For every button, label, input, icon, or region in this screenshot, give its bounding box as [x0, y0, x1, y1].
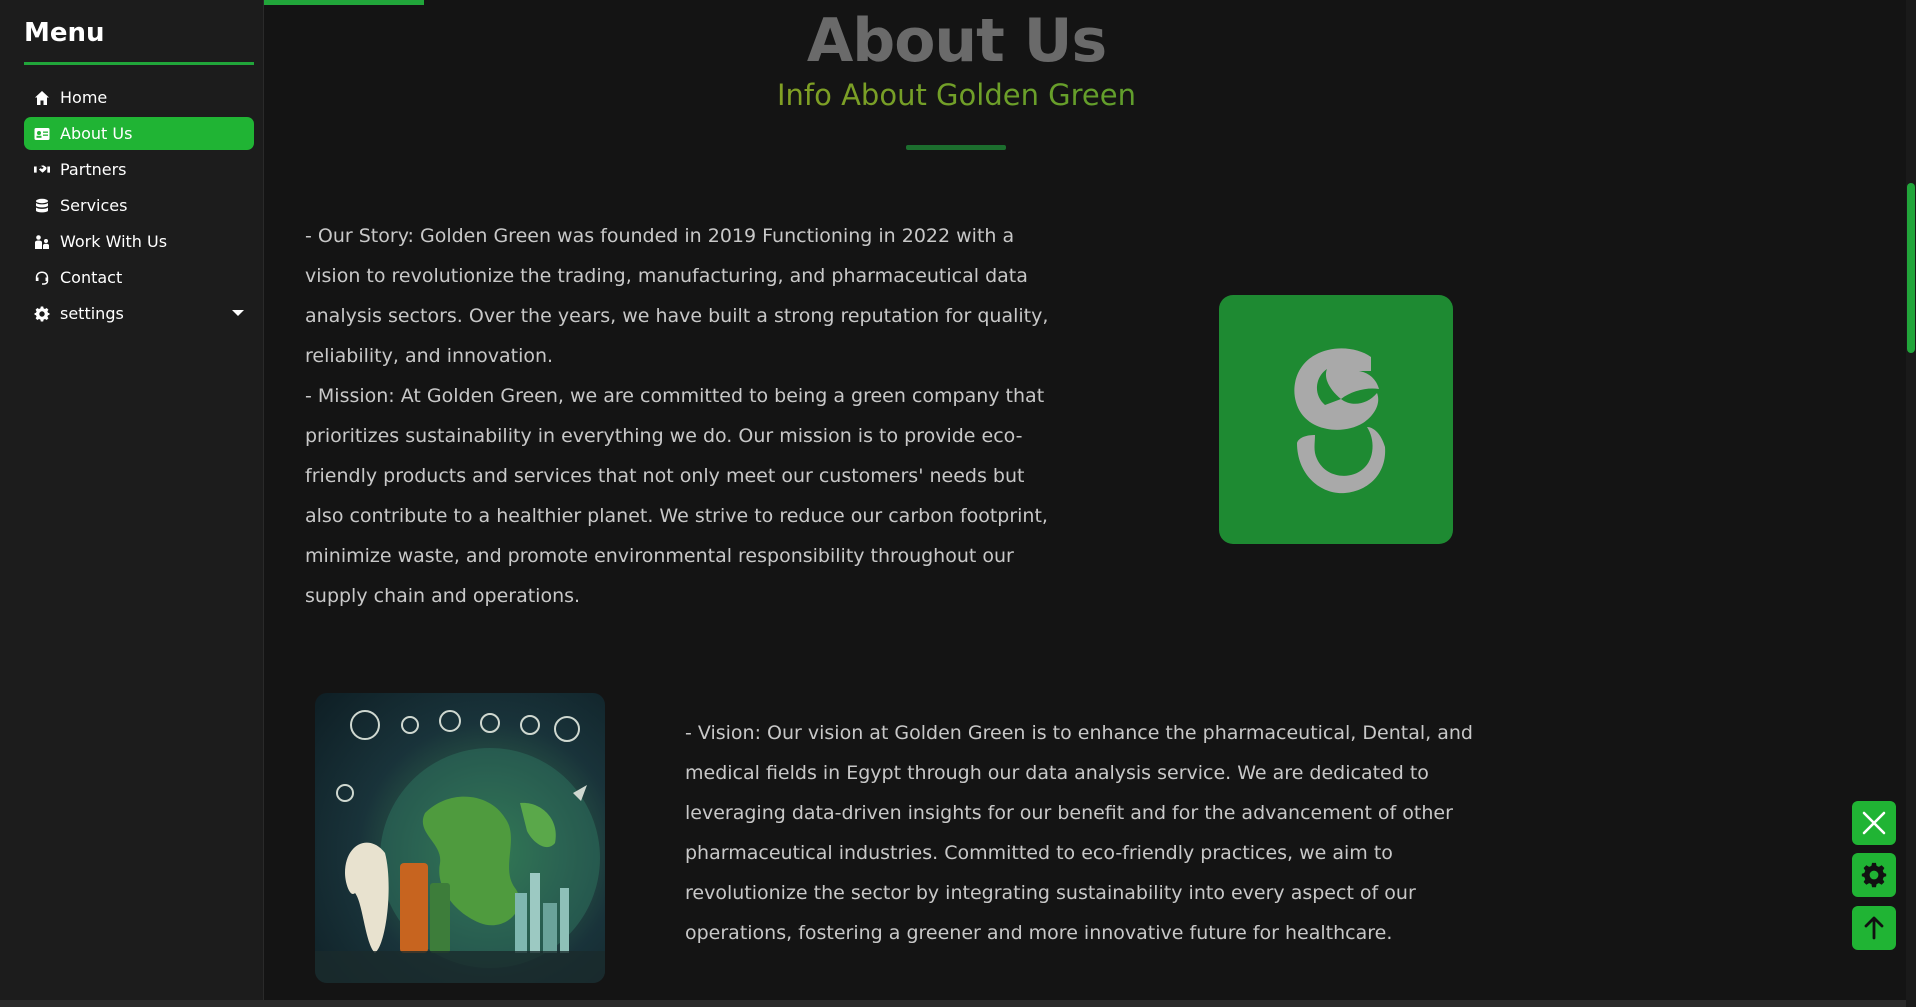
- arrow-up-icon: [1864, 916, 1884, 940]
- sidebar-item-services[interactable]: Services: [24, 189, 254, 222]
- story-paragraph: - Our Story: Golden Green was founded in…: [305, 225, 1049, 367]
- main-content: About Us Info About Golden Green - Our S…: [264, 0, 1916, 1007]
- title-divider: [906, 145, 1006, 150]
- menu-title: Menu: [24, 18, 105, 48]
- gear-icon: [34, 306, 50, 321]
- vision-image: [315, 693, 605, 983]
- story-section: - Our Story: Golden Green was founded in…: [305, 216, 1065, 616]
- people-icon: [35, 234, 49, 249]
- sidebar-nav: Home About Us Partners Services Work Wit…: [24, 81, 254, 330]
- sidebar-item-label: Services: [60, 196, 128, 215]
- vision-paragraph: - Vision: Our vision at Golden Green is …: [685, 722, 1473, 944]
- headset-icon: [35, 271, 49, 285]
- sidebar-item-label: About Us: [60, 124, 133, 143]
- handshake-icon: [34, 165, 50, 173]
- scroll-progress-bar: [264, 0, 424, 5]
- chevron-down-icon[interactable]: [232, 310, 244, 316]
- sidebar-item-partners[interactable]: Partners: [24, 153, 254, 186]
- sidebar-item-work-with-us[interactable]: Work With Us: [24, 225, 254, 258]
- sidebar: Menu Home About Us Partners Services Wor…: [0, 0, 264, 1007]
- vision-section: - Vision: Our vision at Golden Green is …: [685, 713, 1475, 953]
- sidebar-item-home[interactable]: Home: [24, 81, 254, 114]
- sidebar-item-label: Contact: [60, 268, 123, 287]
- home-icon: [35, 90, 49, 105]
- sidebar-item-label: Work With Us: [60, 232, 168, 251]
- scrollbar-track[interactable]: [1906, 0, 1916, 1007]
- scroll-to-top-button[interactable]: [1852, 906, 1896, 950]
- page-subtitle: Info About Golden Green: [264, 78, 1649, 112]
- menu-divider: [24, 62, 254, 65]
- id-card-icon: [34, 127, 50, 140]
- bottom-edge: [0, 1000, 1906, 1007]
- earth-healthcare-illustration-icon: [315, 710, 605, 983]
- gear-icon: [1861, 862, 1887, 888]
- golden-green-logo-icon: [1294, 347, 1386, 493]
- sidebar-item-label: Home: [60, 88, 108, 107]
- mission-paragraph: - Mission: At Golden Green, we are commi…: [305, 385, 1048, 607]
- sidebar-item-label: settings: [60, 304, 124, 323]
- page-title: About Us: [806, 6, 1107, 76]
- sidebar-item-label: Partners: [60, 160, 127, 179]
- database-icon: [36, 198, 48, 212]
- sidebar-item-contact[interactable]: Contact: [24, 261, 254, 294]
- settings-button[interactable]: [1852, 853, 1896, 897]
- sidebar-item-settings[interactable]: settings: [24, 297, 254, 330]
- close-button[interactable]: [1852, 801, 1896, 845]
- close-icon: [1862, 811, 1886, 835]
- sidebar-item-about-us[interactable]: About Us: [24, 117, 254, 150]
- scrollbar-thumb[interactable]: [1907, 183, 1915, 353]
- company-logo: [1219, 295, 1453, 544]
